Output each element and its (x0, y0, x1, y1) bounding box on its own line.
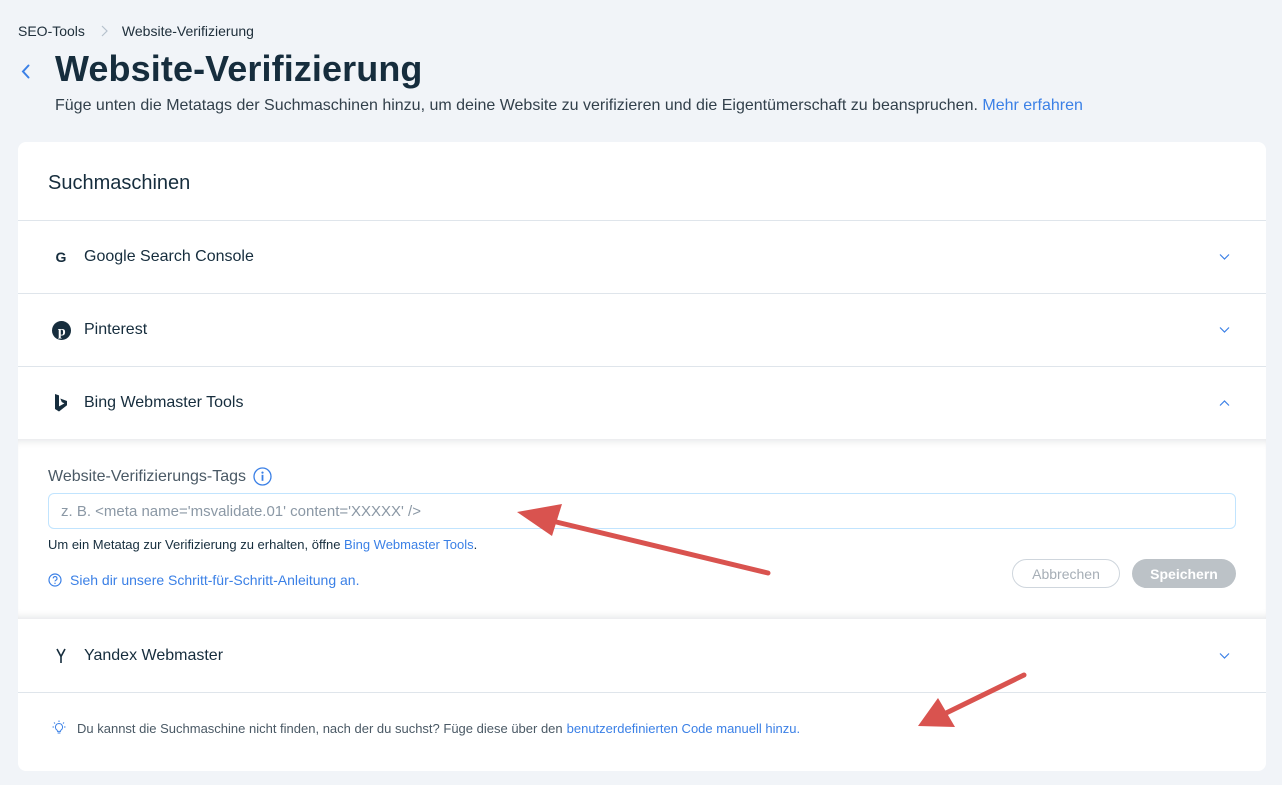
page-title: Website-Verifizierung (55, 48, 423, 89)
question-icon (48, 573, 62, 587)
hint-text: Um ein Metatag zur Verifizierung zu erha… (48, 537, 477, 552)
tag-field-label-text: Website-Verifizierungs-Tags (48, 467, 247, 485)
bing-webmaster-tools-link[interactable]: Bing Webmaster Tools (344, 537, 474, 552)
guide-link[interactable]: Sieh dir unsere Schritt-für-Schritt-Anle… (48, 572, 359, 588)
yandex-icon (51, 646, 71, 666)
footer-note-text: Du kannst die Suchmaschine nicht finden,… (77, 720, 563, 736)
search-engines-card: Suchmaschinen G Google Search Console p … (18, 142, 1266, 771)
engine-label: Bing Webmaster Tools (84, 394, 244, 411)
save-button[interactable]: Speichern (1132, 559, 1236, 588)
engine-label: Pinterest (84, 321, 148, 338)
bing-icon (51, 393, 71, 413)
chevron-up-icon[interactable] (1219, 400, 1230, 407)
footer-note: Du kannst die Suchmaschine nicht finden,… (51, 720, 800, 736)
back-button[interactable] (14, 60, 36, 82)
page-description-text: Füge unten die Metatags der Suchmaschine… (55, 97, 978, 114)
guide-link-text: Sieh dir unsere Schritt-für-Schritt-Anle… (70, 572, 360, 588)
divider (18, 692, 1266, 693)
chevron-right-icon (101, 25, 108, 37)
chevron-left-icon (21, 64, 30, 79)
page-description: Füge unten die Metatags der Suchmaschine… (55, 97, 1083, 115)
breadcrumb-item-seo-tools[interactable]: SEO-Tools (18, 23, 85, 39)
verification-tag-input[interactable] (48, 493, 1236, 529)
custom-code-link[interactable]: benutzerdefinierten Code manuell hinzu. (567, 721, 800, 736)
svg-text:G: G (56, 250, 67, 264)
engine-label: Google Search Console (84, 248, 254, 265)
engine-row-pinterest[interactable]: p Pinterest (18, 293, 1266, 366)
card-title: Suchmaschinen (48, 172, 191, 194)
breadcrumb-item-current: Website-Verifizierung (121, 23, 254, 39)
lightbulb-icon (51, 720, 67, 736)
pinterest-icon: p (51, 320, 71, 340)
google-icon: G (51, 247, 71, 267)
chevron-down-icon[interactable] (1219, 652, 1230, 659)
chevron-down-icon[interactable] (1219, 254, 1230, 261)
svg-text:p: p (57, 324, 65, 339)
chevron-down-icon[interactable] (1219, 327, 1230, 334)
cancel-button[interactable]: Abbrechen (1012, 559, 1120, 588)
engine-row-bing[interactable]: Bing Webmaster Tools (18, 366, 1266, 439)
hint-prefix: Um ein Metatag zur Verifizierung zu erha… (48, 537, 345, 552)
breadcrumb: SEO-Tools Website-Verifizierung (18, 23, 254, 39)
bing-panel: Website-Verifizierungs-Tags Um ein Metat… (18, 439, 1266, 619)
engine-label: Yandex Webmaster (84, 646, 224, 664)
learn-more-link[interactable]: Mehr erfahren (982, 97, 1083, 114)
tag-field-label: Website-Verifizierungs-Tags (48, 467, 272, 486)
engine-row-google[interactable]: G Google Search Console (18, 220, 1266, 293)
engine-row-yandex[interactable]: Yandex Webmaster (18, 619, 1266, 692)
hint-suffix: . (473, 537, 478, 552)
info-icon[interactable] (253, 467, 272, 486)
